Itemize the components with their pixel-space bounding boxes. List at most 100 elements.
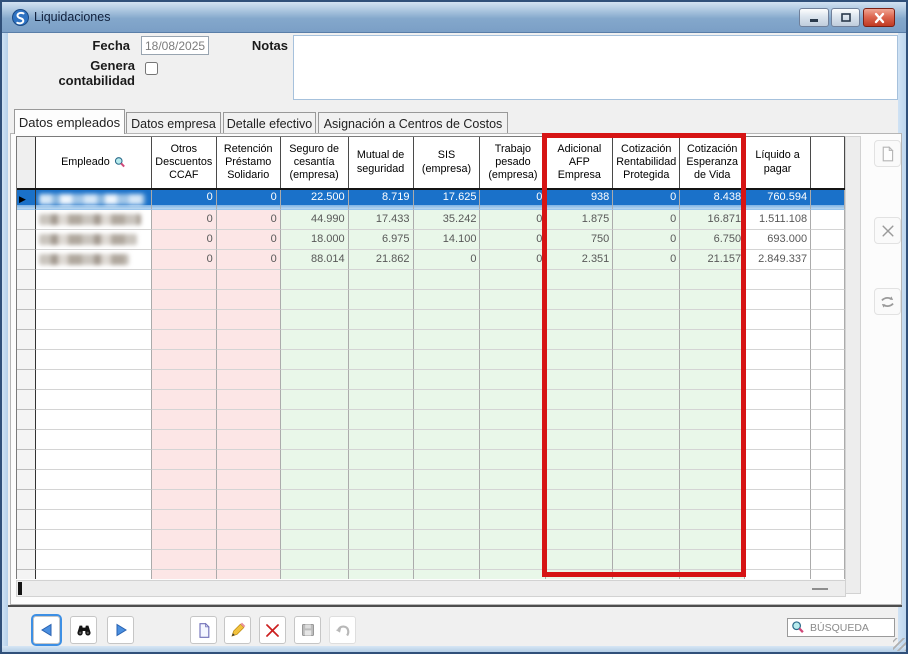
grid-cell[interactable]: 8.438	[680, 190, 746, 210]
tab-asignacion-centros-costos[interactable]: Asignación a Centros de Costos	[318, 112, 508, 134]
grid-cell[interactable]	[546, 530, 614, 550]
side-refresh-button[interactable]	[874, 288, 901, 315]
grid-cell[interactable]	[745, 270, 812, 290]
grid-cell[interactable]	[280, 470, 349, 490]
grid-cell[interactable]	[480, 570, 547, 579]
grid-cell[interactable]: 938	[546, 190, 614, 210]
grid-cell[interactable]	[546, 490, 614, 510]
row-selector-cell[interactable]	[17, 530, 36, 550]
grid-cell[interactable]: 18.000	[280, 230, 349, 250]
notas-textarea[interactable]	[293, 35, 898, 100]
grid-cell[interactable]	[613, 410, 681, 430]
grid-cell[interactable]: 0	[413, 250, 481, 270]
grid-cell[interactable]	[151, 550, 217, 570]
grid-cell[interactable]	[216, 370, 281, 390]
grid-cell[interactable]	[348, 290, 414, 310]
grid-header-cell-4[interactable]: Mutual de seguridad	[348, 137, 414, 188]
grid-cell[interactable]	[811, 370, 845, 390]
scrollbar-dash-icon[interactable]	[812, 588, 828, 590]
grid-cell[interactable]	[546, 470, 614, 490]
side-delete-button[interactable]	[874, 217, 901, 244]
grid-cell[interactable]	[348, 530, 414, 550]
grid-cell[interactable]	[745, 310, 812, 330]
grid-cell[interactable]	[151, 570, 217, 579]
grid-cell[interactable]	[613, 550, 681, 570]
grid-header-cell-8[interactable]: Cotización Rentabilidad Protegida	[613, 137, 681, 188]
grid-cell[interactable]	[35, 570, 152, 579]
grid-row[interactable]	[17, 370, 845, 390]
grid-header-cell-7[interactable]: Adicional AFP Empresa	[546, 137, 614, 188]
grid-cell[interactable]: 2.351	[546, 250, 614, 270]
grid-cell[interactable]	[546, 510, 614, 530]
grid-cell[interactable]	[35, 290, 152, 310]
grid-cell[interactable]: 693.000	[745, 230, 812, 250]
grid-cell[interactable]	[480, 390, 547, 410]
grid-cell[interactable]	[413, 350, 481, 370]
grid-cell[interactable]	[680, 530, 746, 550]
row-selector-cell[interactable]	[17, 430, 36, 450]
grid-cell[interactable]	[613, 290, 681, 310]
grid-cell[interactable]	[35, 370, 152, 390]
grid-header-cell-0[interactable]: Empleado	[35, 137, 152, 188]
grid-cell[interactable]	[413, 530, 481, 550]
grid-cell[interactable]	[613, 450, 681, 470]
horizontal-scrollbar[interactable]	[16, 580, 846, 597]
grid-cell[interactable]	[745, 550, 812, 570]
horizontal-scrollbar-thumb[interactable]	[18, 582, 22, 595]
grid-cell[interactable]	[745, 370, 812, 390]
tab-datos-empresa[interactable]: Datos empresa	[126, 112, 221, 134]
grid-cell[interactable]: 760.594	[745, 190, 812, 210]
grid-cell[interactable]	[216, 270, 281, 290]
grid-cell[interactable]: 44.990	[280, 210, 349, 230]
grid-cell[interactable]	[680, 510, 746, 530]
grid-cell[interactable]	[348, 510, 414, 530]
grid-cell[interactable]	[216, 390, 281, 410]
previous-record-button[interactable]	[31, 614, 62, 646]
minimize-button[interactable]	[799, 8, 829, 27]
grid-header-cell-6[interactable]: Trabajo pesado (empresa)	[480, 137, 547, 188]
row-selector-cell[interactable]	[17, 570, 36, 579]
grid-cell[interactable]	[811, 230, 845, 250]
grid-cell[interactable]	[151, 350, 217, 370]
grid-cell[interactable]	[413, 550, 481, 570]
grid-cell[interactable]	[35, 530, 152, 550]
grid-cell[interactable]	[811, 430, 845, 450]
grid-cell[interactable]	[546, 350, 614, 370]
row-selector-cell[interactable]	[17, 370, 36, 390]
grid-cell[interactable]	[280, 570, 349, 579]
vertical-scrollbar[interactable]	[845, 136, 861, 594]
grid-cell[interactable]: 0	[151, 230, 217, 250]
grid-cell[interactable]	[613, 490, 681, 510]
grid-cell[interactable]	[348, 330, 414, 350]
grid-cell[interactable]	[546, 430, 614, 450]
grid-cell[interactable]	[745, 350, 812, 370]
grid-cell[interactable]	[613, 570, 681, 579]
grid-cell[interactable]	[680, 290, 746, 310]
grid-row[interactable]	[17, 430, 845, 450]
grid-cell[interactable]	[811, 490, 845, 510]
grid-row[interactable]: ▶ 0 0 22.500 8.719 17.625 0 938 0 8.438 760.594	[17, 190, 845, 210]
grid-cell[interactable]	[680, 570, 746, 579]
grid-cell[interactable]	[680, 470, 746, 490]
grid-cell[interactable]	[348, 430, 414, 450]
grid-row[interactable]	[17, 390, 845, 410]
save-button[interactable]	[294, 616, 321, 644]
grid-header-cell-3[interactable]: Seguro de cesantía (empresa)	[280, 137, 349, 188]
grid-cell[interactable]	[546, 310, 614, 330]
grid-cell[interactable]	[811, 190, 845, 210]
grid-cell[interactable]	[280, 410, 349, 430]
grid-cell[interactable]	[480, 550, 547, 570]
grid-cell[interactable]	[480, 370, 547, 390]
row-selector-cell[interactable]	[17, 250, 36, 270]
grid-cell[interactable]	[811, 570, 845, 579]
row-selector-cell[interactable]: ▶	[17, 190, 36, 210]
grid-cell[interactable]: 22.500	[280, 190, 349, 210]
row-selector-cell[interactable]	[17, 450, 36, 470]
grid-cell[interactable]	[348, 450, 414, 470]
grid-header-cell-10[interactable]: Líquido a pagar	[745, 137, 812, 188]
row-selector-cell[interactable]	[17, 410, 36, 430]
grid-row[interactable]	[17, 270, 845, 290]
grid-row[interactable]: 0 0 88.014 21.862 0 0 2.351 0 21.157 2.849.337	[17, 250, 845, 270]
grid-cell[interactable]	[413, 290, 481, 310]
row-selector-cell[interactable]	[17, 550, 36, 570]
